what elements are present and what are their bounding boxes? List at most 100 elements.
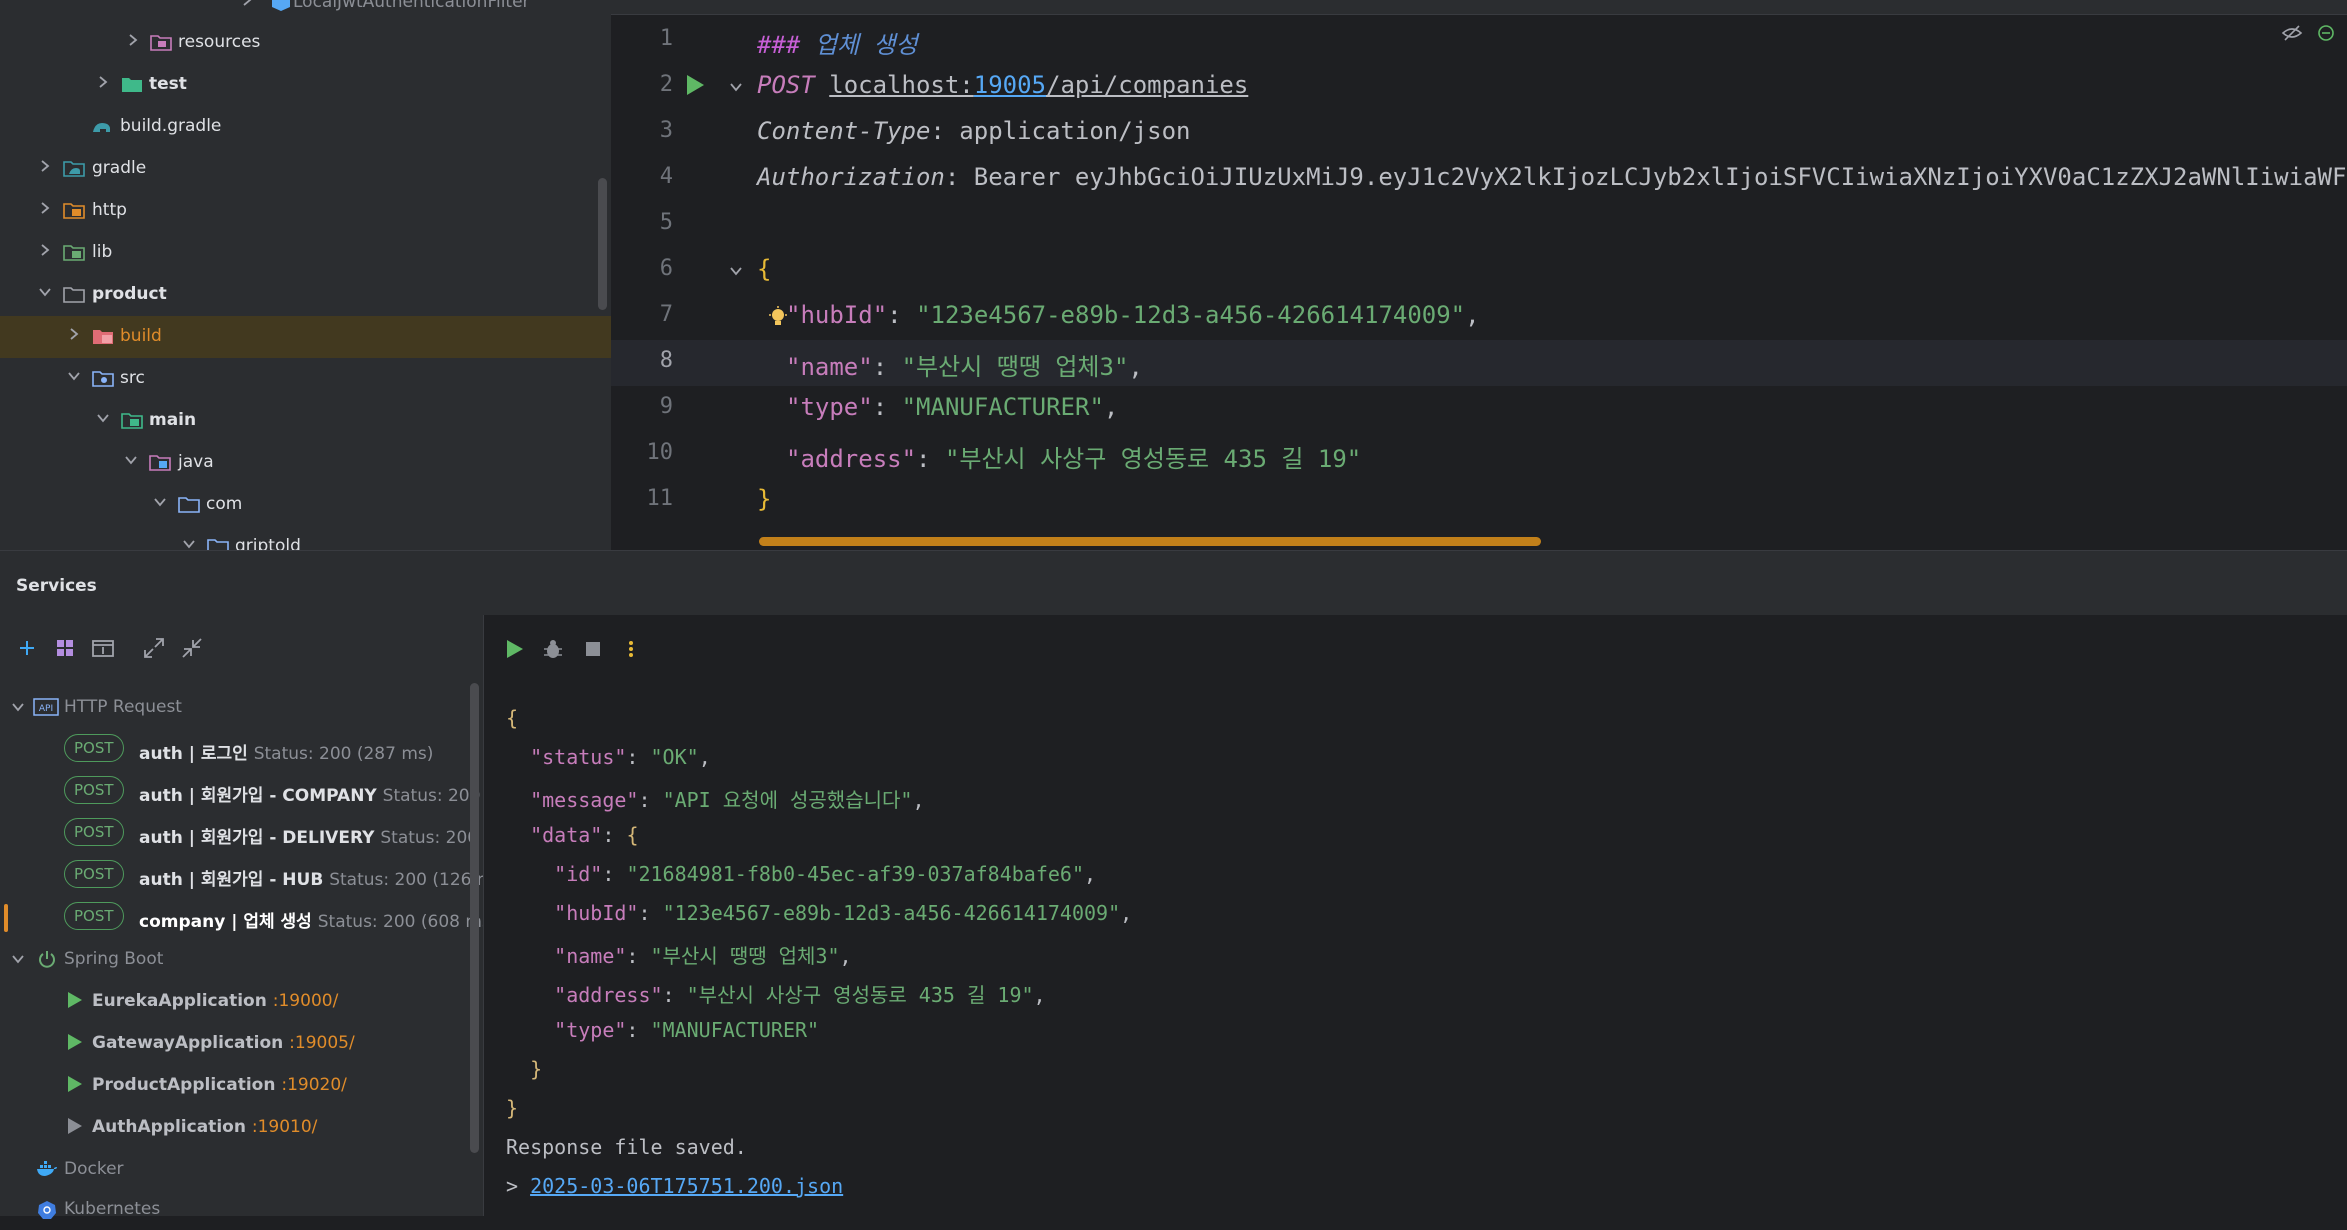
tree-item-label: build (120, 326, 162, 346)
tree-item-product[interactable]: product (0, 274, 611, 316)
stop-icon[interactable] (582, 637, 604, 661)
request-item[interactable]: POST auth | 회원가입 - COMPANY Status: 200 (0, 770, 485, 812)
resources-folder-icon (150, 35, 172, 51)
service-group-docker[interactable]: Docker (0, 1148, 485, 1190)
editor-horizontal-scrollbar[interactable] (759, 537, 1541, 546)
tree-item-label: java (178, 452, 214, 472)
lightbulb-icon[interactable] (768, 306, 788, 330)
chevron-down-icon (39, 288, 51, 297)
code-line-brace: } (757, 485, 772, 513)
service-group-spring-boot[interactable]: Spring Boot (0, 938, 485, 980)
group-by-icon[interactable] (52, 635, 78, 661)
app-label: ProductApplication :19020/ (92, 1075, 347, 1095)
response-line: "id": "21684981-f8b0-45ec-af39-037af84ba… (554, 862, 1097, 886)
tree-item-gradle[interactable]: gradle (0, 148, 611, 190)
run-request-icon[interactable] (684, 73, 706, 97)
services-scrollbar[interactable] (470, 683, 479, 1153)
response-file-link[interactable]: 2025-03-06T175751.200.json (530, 1174, 843, 1198)
service-group-label: Kubernetes (64, 1199, 161, 1219)
spring-app-gateway[interactable]: GatewayApplication :19005/ (0, 1022, 485, 1064)
request-item-selected[interactable]: POST company | 업체 생성 Status: 200 (608 ms (0, 896, 485, 938)
editor-line[interactable]: 9 "type": "MANUFACTURER", (611, 386, 2347, 432)
excluded-folder-icon (93, 330, 113, 344)
request-item[interactable]: POST auth | 로그인 Status: 200 (287 ms) (0, 728, 485, 770)
more-options-icon[interactable] (620, 637, 642, 661)
run-icon[interactable] (504, 637, 526, 661)
add-icon[interactable] (14, 635, 40, 661)
editor-line-current[interactable]: 8 "name": "부산시 땡땡 업체3", (611, 340, 2347, 386)
spring-app-eureka[interactable]: EurekaApplication :19000/ (0, 980, 485, 1022)
service-group-label: HTTP Request (64, 697, 182, 717)
editor-line[interactable]: 11 } (611, 478, 2347, 524)
editor-line[interactable]: 7 "hubId": "123e4567-e89b-12d3-a456-4266… (611, 294, 2347, 340)
tree-item-label: http (92, 200, 127, 220)
tree-item-build-gradle[interactable]: build.gradle (0, 106, 611, 148)
tree-item-src[interactable]: src (0, 358, 611, 400)
tree-item-java[interactable]: java (0, 442, 611, 484)
tree-item-label: resources (178, 32, 261, 52)
folder-icon (63, 161, 85, 177)
source-root-icon (149, 455, 171, 471)
chevron-right-icon (41, 244, 50, 256)
test-folder-icon (122, 78, 142, 92)
response-line: "data": { (530, 823, 639, 847)
code-line-json: "address": "부산시 사상구 영성동로 435 길 19" (786, 445, 1362, 473)
service-group-label: Docker (64, 1159, 124, 1179)
editor-line[interactable]: 6 { (611, 248, 2347, 294)
request-label: company | 업체 생성 Status: 200 (608 ms (139, 912, 485, 932)
code-line-comment: ### 업체 생성 (757, 31, 918, 59)
request-item[interactable]: POST auth | 회원가입 - DELIVERY Status: 200 (0, 812, 485, 854)
tree-item-main[interactable]: main (0, 400, 611, 442)
project-tree: LocalJwtAuthenticationFilter resources t… (0, 0, 611, 550)
tree-item-lib[interactable]: lib (0, 232, 611, 274)
response-line: "address": "부산시 사상구 영성동로 435 길 19", (554, 983, 1046, 1007)
tree-item-label: lib (92, 242, 113, 262)
response-line: "status": "OK", (530, 745, 711, 769)
svg-text:API: API (39, 704, 53, 714)
service-group-http-request[interactable]: API HTTP Request (0, 686, 485, 728)
chevron-right-icon (70, 328, 79, 340)
line-number: 10 (646, 440, 674, 465)
tree-item-griptold[interactable]: griptold (0, 526, 611, 550)
chevron-down-icon (97, 414, 109, 423)
editor-line[interactable]: 3 Content-Type: application/json (611, 110, 2347, 156)
services-tool-window: Services API HTTP Request POST auth | 로그… (0, 550, 2347, 1219)
tree-item-resources[interactable]: resources (0, 22, 611, 64)
editor-line[interactable]: 10 "address": "부산시 사상구 영성동로 435 길 19" (611, 432, 2347, 478)
new-tab-icon[interactable] (90, 635, 116, 661)
editor-line[interactable]: 1 ### 업체 생성 (611, 18, 2347, 64)
tree-item-label: LocalJwtAuthenticationFilter (293, 0, 530, 12)
request-item[interactable]: POST auth | 회원가입 - HUB Status: 200 (126 … (0, 854, 485, 896)
code-line-request: POST localhost:19005/api/companies (757, 71, 1249, 99)
services-title: Services (16, 576, 97, 596)
editor-line[interactable]: 2 POST localhost:19005/api/companies (611, 64, 2347, 110)
chevron-right-icon (243, 0, 252, 6)
editor-line[interactable]: 4 Authorization: Bearer eyJhbGciOiJIUzUx… (611, 156, 2347, 202)
fold-icon[interactable] (728, 263, 744, 279)
http-editor[interactable]: 1 ### 업체 생성 2 POST localhost:19005/api/c… (611, 0, 2347, 550)
response-file-line: > 2025-03-06T175751.200.json (506, 1174, 844, 1198)
tree-scrollbar[interactable] (598, 178, 607, 310)
tree-item-com[interactable]: com (0, 484, 611, 526)
tree-item-build[interactable]: build (0, 316, 611, 358)
fold-icon[interactable] (728, 79, 744, 95)
tree-item-label: build.gradle (120, 116, 222, 136)
tree-item-localjwtauthenticationfilter[interactable]: LocalJwtAuthenticationFilter (0, 0, 611, 24)
response-saved-text: Response file saved. (506, 1135, 747, 1159)
chevron-down-icon (154, 498, 166, 507)
tree-item-http[interactable]: http (0, 190, 611, 232)
tree-item-label: main (149, 410, 197, 430)
spring-app-product[interactable]: ProductApplication :19020/ (0, 1064, 485, 1106)
tree-item-test[interactable]: test (0, 64, 611, 106)
app-label: EurekaApplication :19000/ (92, 991, 339, 1011)
collapse-all-icon[interactable] (179, 635, 205, 661)
debug-icon[interactable] (542, 637, 564, 661)
spring-app-auth[interactable]: AuthApplication :19010/ (0, 1106, 485, 1148)
line-number: 4 (659, 164, 673, 189)
editor-tab-strip (611, 0, 2347, 15)
line-number: 8 (659, 348, 673, 373)
service-group-kubernetes[interactable]: Kubernetes (0, 1188, 485, 1230)
editor-line[interactable]: 5 (611, 202, 2347, 248)
expand-all-icon[interactable] (141, 635, 167, 661)
line-number: 11 (646, 486, 674, 511)
